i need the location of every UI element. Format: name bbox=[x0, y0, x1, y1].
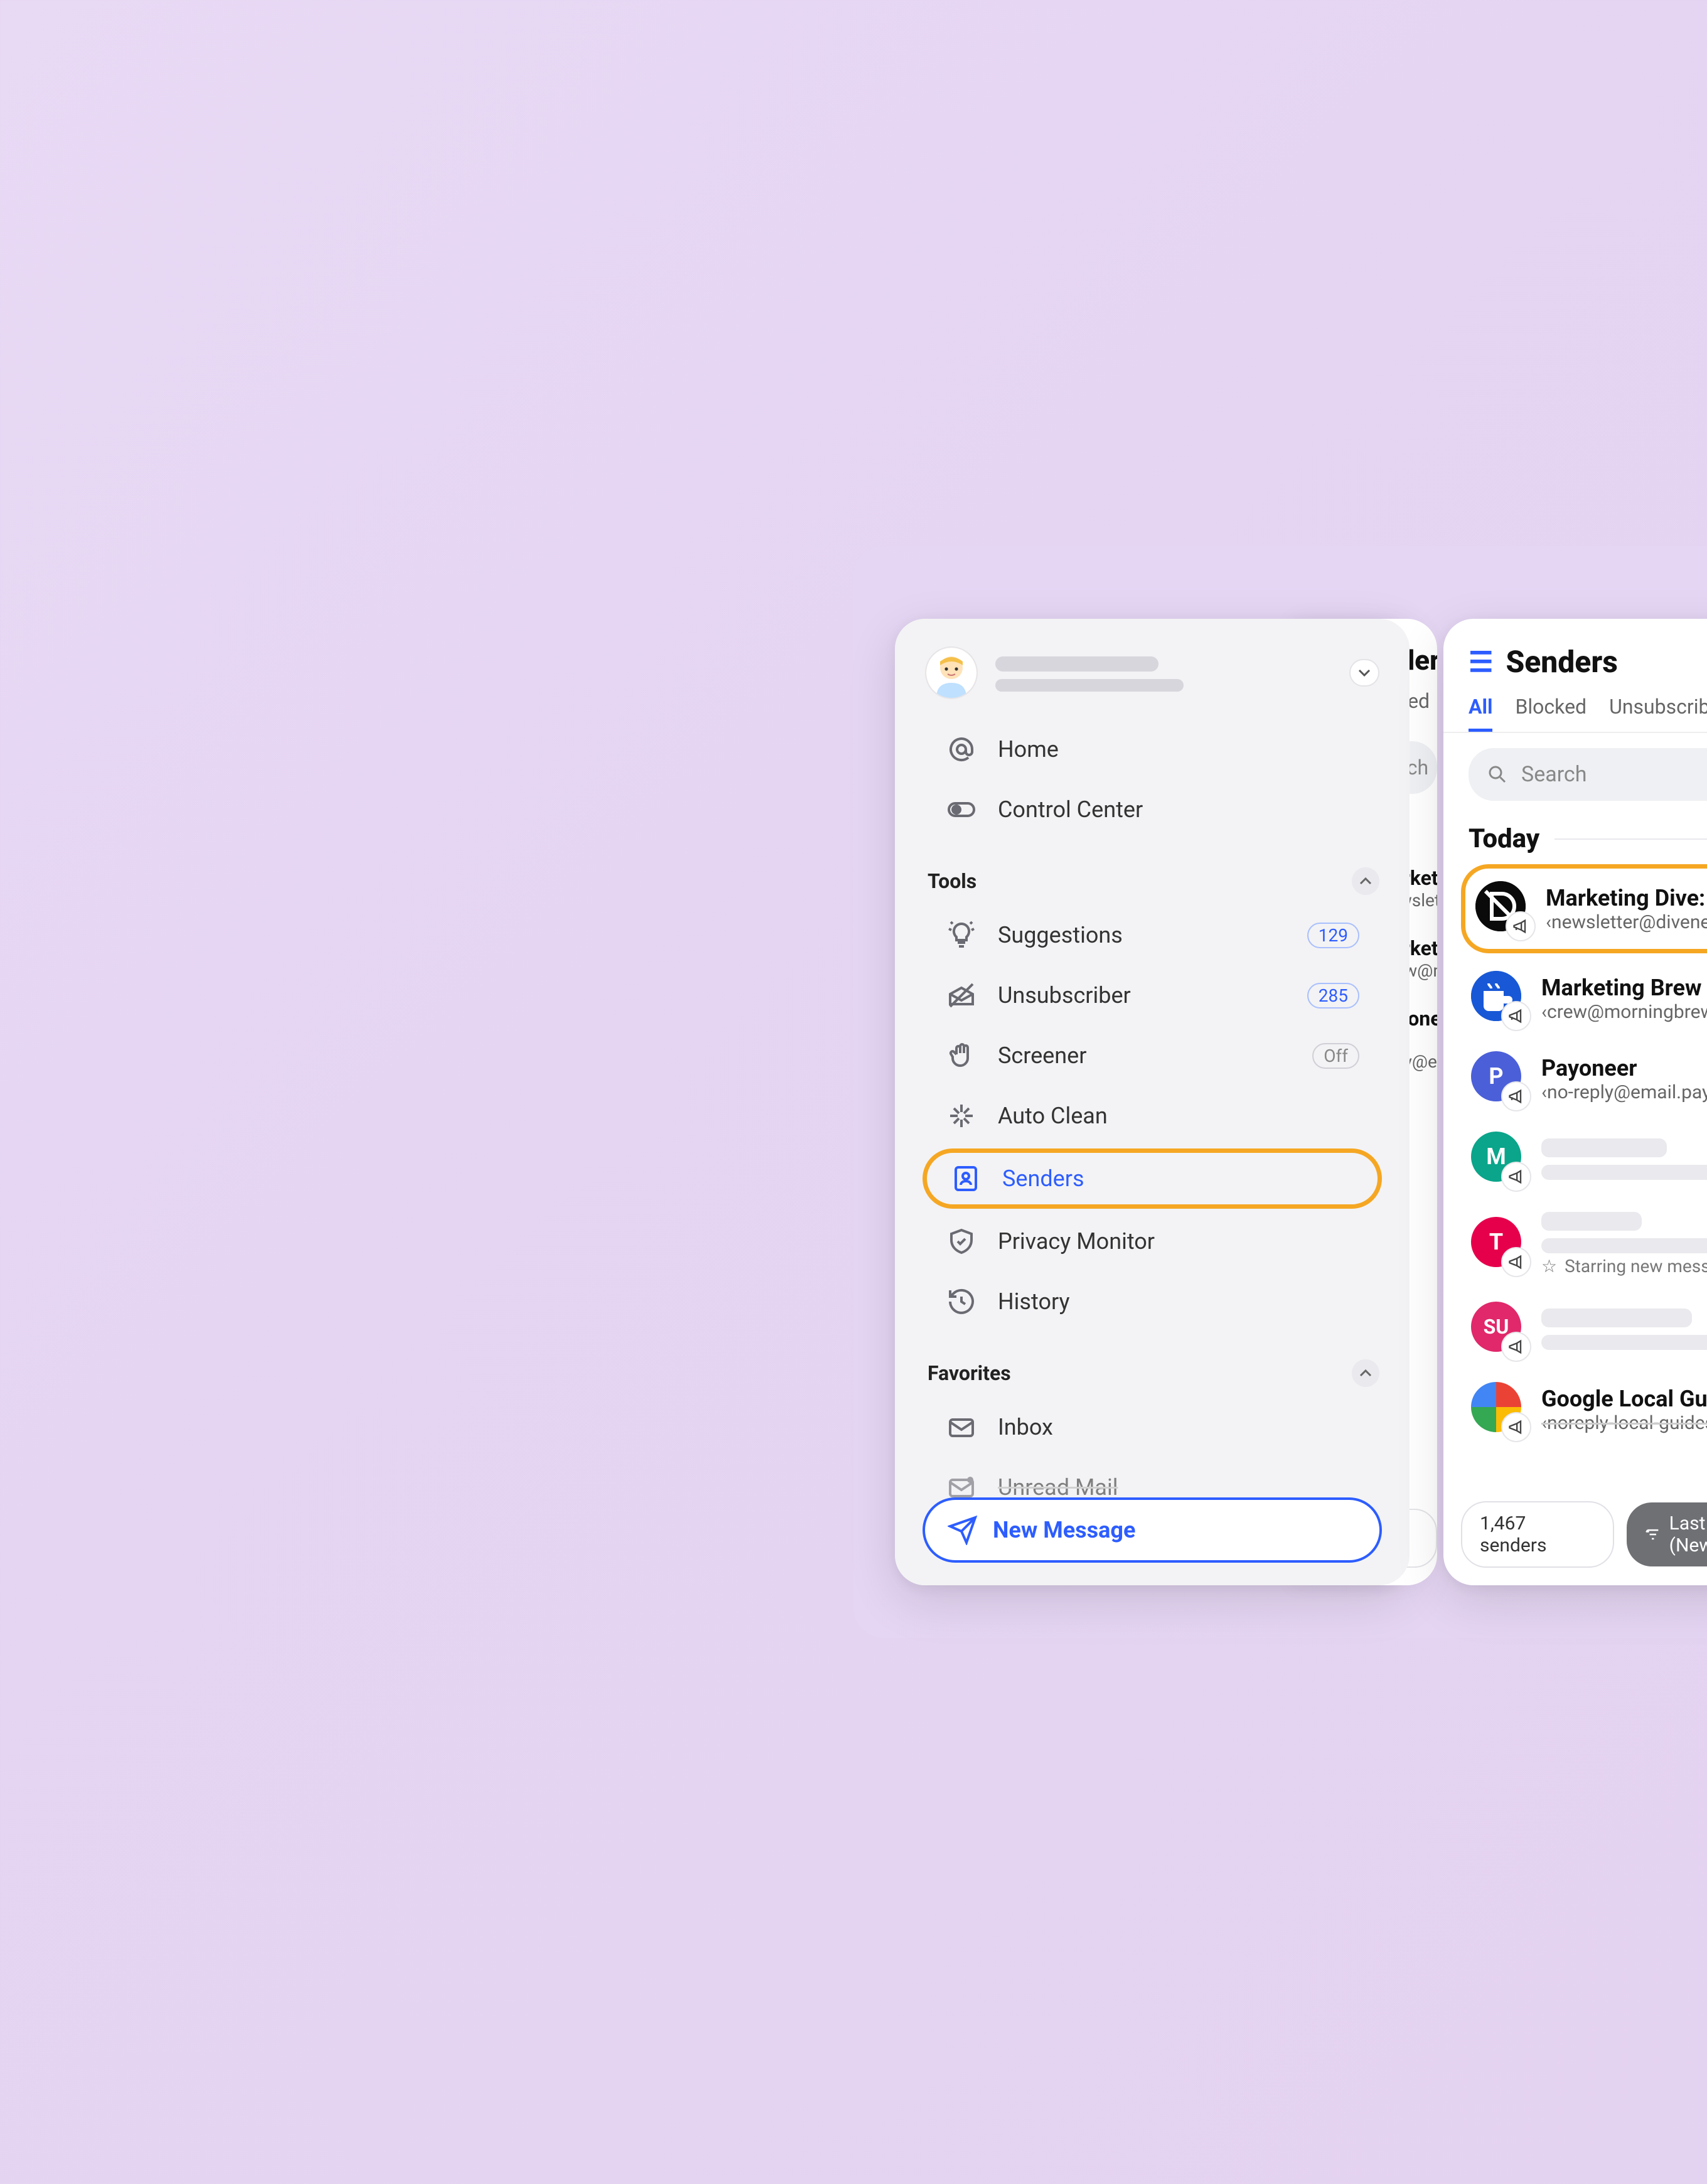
section-favorites-header[interactable]: Favorites bbox=[895, 1332, 1410, 1389]
tab-blocked[interactable]: Blocked bbox=[1515, 695, 1587, 732]
unsubscriber-count-badge: 285 bbox=[1307, 983, 1359, 1009]
sender-name: Google Local Guides bbox=[1541, 1386, 1707, 1412]
senders-total-chip: 1,467 senders bbox=[1461, 1501, 1614, 1568]
nav-senders[interactable]: Senders bbox=[923, 1148, 1382, 1209]
envelope-icon bbox=[945, 1411, 978, 1443]
sender-sublabel: Starring new messages bbox=[1565, 1256, 1707, 1277]
account-expand-button[interactable] bbox=[1349, 659, 1379, 687]
sender-email: ‹crew@morningbrew.com› bbox=[1541, 1001, 1707, 1023]
section-tools-header[interactable]: Tools bbox=[895, 840, 1410, 897]
star-icon: ☆ bbox=[1541, 1256, 1557, 1277]
list-icon: ☰ bbox=[1469, 646, 1493, 678]
new-message-label: New Message bbox=[993, 1517, 1135, 1543]
hand-icon bbox=[945, 1039, 978, 1072]
nav-screener-label: Screener bbox=[998, 1042, 1086, 1069]
chevron-up-icon bbox=[1352, 1359, 1379, 1387]
sender-row-redacted-m[interactable]: M 57 bbox=[1461, 1119, 1707, 1199]
at-icon bbox=[945, 733, 978, 766]
account-avatar[interactable] bbox=[925, 646, 978, 699]
megaphone-icon bbox=[1501, 1081, 1531, 1111]
new-message-button[interactable]: New Message bbox=[923, 1497, 1382, 1563]
megaphone-icon bbox=[1506, 911, 1536, 941]
nav-suggestions-label: Suggestions bbox=[998, 922, 1123, 948]
account-label-placeholder bbox=[995, 654, 1332, 692]
nav-home[interactable]: Home bbox=[928, 719, 1377, 779]
sender-row-redacted-t[interactable]: T ☆Starring new messages 11 bbox=[1461, 1199, 1707, 1289]
megaphone-icon bbox=[1501, 1412, 1531, 1442]
nav-inbox[interactable]: Inbox bbox=[928, 1397, 1377, 1457]
senders-list-panel: ☰ Senders All Blocked Unsubscribed To Fo… bbox=[1443, 619, 1707, 1585]
sender-email: ‹noreply-local-guides@google.com› bbox=[1541, 1412, 1707, 1434]
nav-senders-label: Senders bbox=[1002, 1165, 1084, 1192]
nav-home-label: Home bbox=[998, 736, 1059, 763]
sender-name: Marketing Brew bbox=[1541, 975, 1707, 1001]
chevron-up-icon bbox=[1352, 867, 1379, 895]
sender-row-payoneer[interactable]: P Payoneer ‹no-reply@email.payoneer.com›… bbox=[1461, 1039, 1707, 1119]
search-placeholder: Search bbox=[1521, 762, 1587, 787]
tab-unsubscribed[interactable]: Unsubscribed bbox=[1609, 695, 1707, 732]
nav-inbox-label: Inbox bbox=[998, 1414, 1053, 1440]
screener-off-badge: Off bbox=[1312, 1043, 1359, 1069]
nav-unsubscriber-label: Unsubscriber bbox=[998, 982, 1131, 1009]
sender-email: ‹no-reply@email.payoneer.com› bbox=[1541, 1081, 1707, 1103]
history-icon bbox=[945, 1285, 978, 1318]
nav-unread-label: Unread Mail bbox=[998, 1474, 1118, 1501]
nav-history-label: History bbox=[998, 1288, 1070, 1315]
senders-title: Senders bbox=[1506, 644, 1707, 680]
tab-all[interactable]: All bbox=[1469, 695, 1492, 732]
nav-autoclean[interactable]: Auto Clean bbox=[928, 1086, 1377, 1146]
sidebar-panel: Home Control Center Tools Suggestions 12… bbox=[895, 619, 1410, 1585]
suggestions-count-badge: 129 bbox=[1307, 923, 1359, 948]
nav-control-center-label: Control Center bbox=[998, 796, 1143, 823]
sender-name: Payoneer bbox=[1541, 1055, 1707, 1081]
sender-row-marketing-dive[interactable]: Marketing Dive: Mobile ‹newsletter@diven… bbox=[1461, 864, 1707, 953]
nav-privacy-label: Privacy Monitor bbox=[998, 1228, 1155, 1255]
sender-email: ‹newsletter@divenewsletter.com› bbox=[1546, 911, 1707, 933]
megaphone-icon bbox=[1501, 1162, 1531, 1192]
contacts-icon bbox=[950, 1162, 982, 1195]
sort-label: Last message received (Newest bbox=[1669, 1512, 1707, 1556]
nav-suggestions[interactable]: Suggestions 129 bbox=[928, 905, 1377, 965]
autoclean-icon bbox=[945, 1100, 978, 1132]
megaphone-icon bbox=[1501, 1332, 1531, 1362]
nav-autoclean-label: Auto Clean bbox=[998, 1103, 1108, 1129]
sender-row-marketing-brew[interactable]: Marketing Brew ‹crew@morningbrew.com› 1 bbox=[1461, 958, 1707, 1039]
toggle-icon bbox=[945, 793, 978, 826]
nav-control-center[interactable]: Control Center bbox=[928, 779, 1377, 840]
sender-row-google-local-guides[interactable]: Google Local Guides ‹noreply-local-guide… bbox=[1461, 1369, 1707, 1450]
sender-row-redacted-su[interactable]: SU 21 bbox=[1461, 1289, 1707, 1369]
megaphone-icon bbox=[1501, 1001, 1531, 1031]
nav-history[interactable]: History bbox=[928, 1271, 1377, 1332]
megaphone-icon bbox=[1501, 1247, 1531, 1277]
senders-search-input[interactable]: Search bbox=[1469, 748, 1707, 801]
nav-unsubscriber[interactable]: Unsubscriber 285 bbox=[928, 965, 1377, 1025]
lightbulb-icon bbox=[945, 919, 978, 951]
section-today-label: Today bbox=[1469, 823, 1539, 854]
nav-screener[interactable]: Screener Off bbox=[928, 1025, 1377, 1086]
shield-icon bbox=[945, 1225, 978, 1258]
unsubscribe-icon bbox=[945, 979, 978, 1012]
sender-name: Marketing Dive: Mobile bbox=[1546, 885, 1707, 911]
nav-privacy-monitor[interactable]: Privacy Monitor bbox=[928, 1211, 1377, 1271]
senders-tabs: All Blocked Unsubscribed To Folder Keepi… bbox=[1469, 680, 1707, 732]
senders-sort-chip[interactable]: Last message received (Newest bbox=[1627, 1502, 1707, 1566]
